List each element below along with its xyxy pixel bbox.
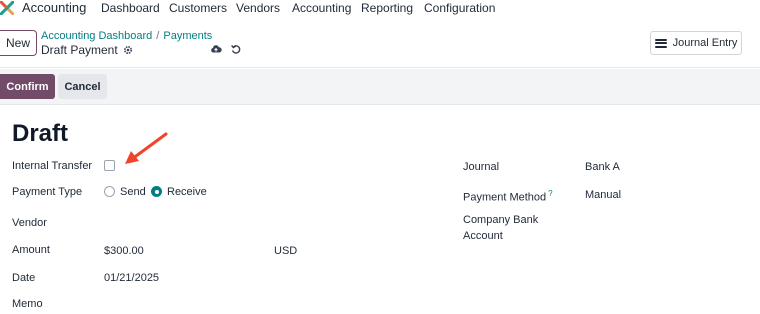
company-bank-account-field[interactable] (585, 213, 725, 229)
undo-icon[interactable] (230, 43, 242, 55)
nav-item-accounting[interactable]: Accounting (292, 0, 351, 16)
vendor-field[interactable] (104, 214, 244, 230)
breadcrumb-separator: / (156, 30, 160, 42)
amount-field[interactable]: $300.00 (104, 244, 144, 258)
payment-type-receive-label[interactable]: Receive (167, 185, 207, 199)
payment-method-label: Payment Method? (463, 187, 553, 205)
action-bar: Confirm Cancel (0, 69, 760, 105)
payment-type-receive-radio[interactable] (151, 186, 162, 197)
journal-entry-label: Journal Entry (672, 37, 738, 49)
company-bank-account-label-line1: Company Bank (463, 214, 539, 226)
payment-type-send-radio[interactable] (104, 186, 115, 197)
amount-label: Amount (12, 244, 50, 256)
vendor-label: Vendor (12, 217, 47, 229)
payment-type-send-label[interactable]: Send (120, 185, 146, 199)
date-field[interactable]: 01/21/2025 (104, 271, 159, 285)
status-title: Draft (12, 120, 69, 147)
currency-field[interactable]: USD (274, 244, 297, 258)
internal-transfer-label: Internal Transfer (12, 160, 93, 172)
breadcrumb-accounting-dashboard[interactable]: Accounting Dashboard (41, 30, 152, 42)
control-panel: New Accounting Dashboard / Payments Draft … (0, 16, 760, 68)
confirm-button[interactable]: Confirm (0, 74, 55, 99)
company-bank-account-label-line2: Account (463, 230, 503, 242)
nav-item-customers[interactable]: Customers (169, 0, 227, 16)
payment-type-label: Payment Type (12, 186, 83, 198)
journal-label: Journal (463, 161, 500, 173)
annotation-arrow-icon (125, 132, 168, 164)
cancel-button[interactable]: Cancel (58, 74, 107, 99)
new-button[interactable]: New (0, 30, 37, 56)
journal-field[interactable]: Bank A (585, 160, 620, 174)
nav-item-dashboard[interactable]: Dashboard (101, 0, 160, 16)
nav-item-configuration[interactable]: Configuration (424, 0, 495, 16)
breadcrumb: Accounting Dashboard / Payments (41, 30, 212, 43)
gear-icon[interactable] (123, 45, 133, 55)
memo-label: Memo (12, 298, 43, 310)
payment-method-label-text: Payment Method (463, 191, 547, 204)
internal-transfer-checkbox[interactable] (104, 160, 115, 171)
nav-item-reporting[interactable]: Reporting (361, 0, 413, 16)
record-name: Draft Payment (41, 43, 118, 57)
cloud-upload-icon[interactable] (210, 43, 222, 55)
record-name-row: Draft Payment (41, 43, 133, 57)
memo-field[interactable] (104, 295, 244, 311)
app-logo-icon[interactable] (0, 1, 14, 15)
help-tooltip-icon[interactable]: ? (548, 189, 552, 198)
date-label: Date (12, 272, 36, 284)
top-navbar: Accounting Dashboard Customers Vendors A… (0, 0, 760, 16)
breadcrumb-payments[interactable]: Payments (163, 30, 212, 42)
payment-method-field[interactable]: Manual (585, 188, 621, 202)
app-name[interactable]: Accounting (22, 0, 86, 16)
form-sheet: Draft Internal Transfer Payment Type Sen… (0, 105, 760, 314)
nav-item-vendors[interactable]: Vendors (236, 0, 280, 16)
journal-entry-button[interactable]: Journal Entry (650, 31, 742, 55)
hamburger-menu-icon (654, 38, 667, 48)
